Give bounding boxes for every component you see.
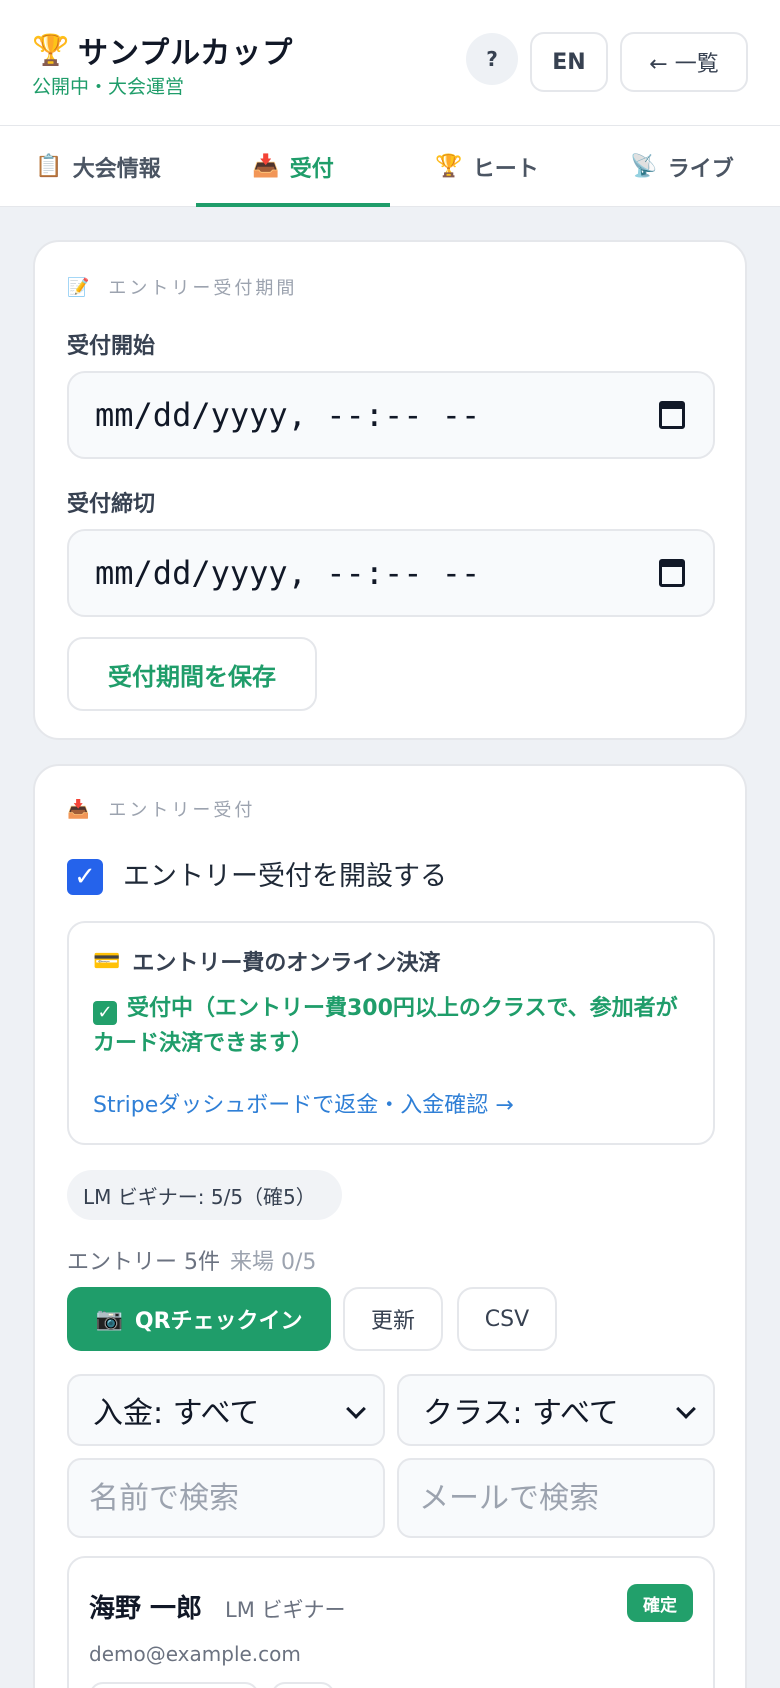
csv-export-button[interactable]: CSV [457, 1287, 557, 1351]
check-mark-icon: ✓ [93, 1001, 117, 1025]
trophy-icon: 🏆 [435, 154, 463, 179]
refresh-button[interactable]: 更新 [343, 1287, 443, 1351]
end-datetime-input[interactable]: mm/dd/yyyy, --:-- -- [67, 529, 715, 617]
title-row: 🏆 サンプルカップ [32, 28, 293, 72]
event-status-subtitle: 公開中・大会運営 [32, 76, 185, 98]
credit-card-icon: 💳 [93, 948, 121, 974]
open-entry-checkbox[interactable]: ✓ [67, 859, 103, 895]
back-to-list-button[interactable]: ← 一覧 [620, 32, 748, 92]
section-title-text: エントリー受付期間 [108, 278, 298, 299]
entry-count: エントリー 5件 [67, 1250, 220, 1275]
calendar-icon[interactable] [659, 401, 685, 429]
tab-label: 大会情報 [72, 156, 161, 182]
entrant-name: 海野 一郎 [89, 1594, 203, 1624]
entry-reception-card: 📥 エントリー受付 ✓ エントリー受付を開設する 💳 エントリー費のオンライン決… [33, 764, 747, 1688]
start-label: 受付開始 [67, 334, 156, 359]
stripe-dashboard-link[interactable]: Stripeダッシュボードで返金・入金確認 → [93, 1087, 514, 1119]
class-filter-select[interactable]: クラス: すべて [397, 1374, 715, 1446]
payment-title: 💳 エントリー費のオンライン決済 [93, 945, 440, 977]
class-summary-chip: LM ビギナー: 5/5（確5） [67, 1170, 342, 1220]
entry-period-card: 📝 エントリー受付期間 受付開始 mm/dd/yyyy, --:-- -- 受付… [33, 240, 747, 740]
section-title: 📥 エントリー受付 [67, 796, 255, 822]
start-datetime-value: mm/dd/yyyy, --:-- -- [95, 396, 481, 434]
payment-filter-select[interactable]: 入金: すべて [67, 1374, 385, 1446]
payment-status: ✓ 受付中（エントリー費300円以上のクラスで、参加者がカード決済できます） [93, 991, 693, 1061]
open-entry-label[interactable]: エントリー受付を開設する [123, 859, 447, 895]
help-button[interactable]: ? [466, 33, 518, 85]
qr-checkin-label: QRチェックイン [134, 1309, 303, 1334]
entrant-email: demo@example.com [89, 1642, 301, 1666]
entry-action-button[interactable] [271, 1682, 335, 1688]
language-toggle-button[interactable]: EN [530, 32, 608, 92]
tab-live[interactable]: 📡 ライブ [584, 126, 780, 207]
calendar-icon[interactable] [659, 559, 685, 587]
start-datetime-input[interactable]: mm/dd/yyyy, --:-- -- [67, 371, 715, 459]
payment-title-text: エントリー費のオンライン決済 [132, 951, 441, 976]
chevron-down-icon [676, 1399, 696, 1419]
tab-reception[interactable]: 📥 受付 [196, 126, 390, 207]
class-filter-value: クラス: すべて [423, 1396, 619, 1431]
email-search-input[interactable] [397, 1458, 715, 1538]
status-badge: 確定 [627, 1584, 693, 1622]
qr-checkin-button[interactable]: 📷 QRチェックイン [67, 1287, 331, 1351]
payment-status-text: 受付中（エントリー費300円以上のクラスで、参加者がカード決済できます） [93, 996, 678, 1056]
entry-action-button[interactable] [89, 1682, 259, 1688]
inbox-tray-icon: 📥 [67, 798, 93, 820]
page-title: サンプルカップ [78, 36, 294, 71]
inbox-tray-icon: 📥 [252, 154, 280, 179]
entrant-class: LM ビギナー [225, 1598, 346, 1622]
tab-label: 受付 [289, 156, 334, 182]
online-payment-box: 💳 エントリー費のオンライン決済 ✓ 受付中（エントリー費300円以上のクラスで、… [67, 921, 715, 1145]
entry-count-line: エントリー 5件 来場 0/5 [67, 1244, 316, 1276]
end-datetime-value: mm/dd/yyyy, --:-- -- [95, 554, 481, 592]
tab-label: ライブ [667, 156, 734, 182]
entry-list-item[interactable]: 海野 一郎 LM ビギナー 確定 demo@example.com [67, 1556, 715, 1688]
chevron-down-icon [346, 1399, 366, 1419]
section-title-text: エントリー受付 [108, 800, 256, 821]
camera-icon: 📷 [95, 1306, 123, 1332]
end-label: 受付締切 [67, 492, 156, 517]
section-title: 📝 エントリー受付期間 [67, 274, 297, 300]
tab-heats[interactable]: 🏆 ヒート [390, 126, 584, 207]
tab-label: ヒート [472, 156, 539, 182]
name-search-input[interactable] [67, 1458, 385, 1538]
trophy-icon: 🏆 [32, 32, 70, 68]
tab-bar: 📋 大会情報 📥 受付 🏆 ヒート 📡 ライブ [0, 126, 780, 207]
tab-event-info[interactable]: 📋 大会情報 [0, 126, 196, 207]
app-header: 🏆 サンプルカップ 公開中・大会運営 ? EN ← 一覧 [0, 0, 780, 126]
clipboard-icon: 📋 [35, 154, 63, 179]
payment-filter-value: 入金: すべて [93, 1396, 260, 1431]
save-period-button[interactable]: 受付期間を保存 [67, 637, 317, 711]
memo-icon: 📝 [67, 276, 93, 298]
checkin-count: 来場 0/5 [230, 1250, 317, 1275]
satellite-dish-icon: 📡 [630, 154, 658, 179]
